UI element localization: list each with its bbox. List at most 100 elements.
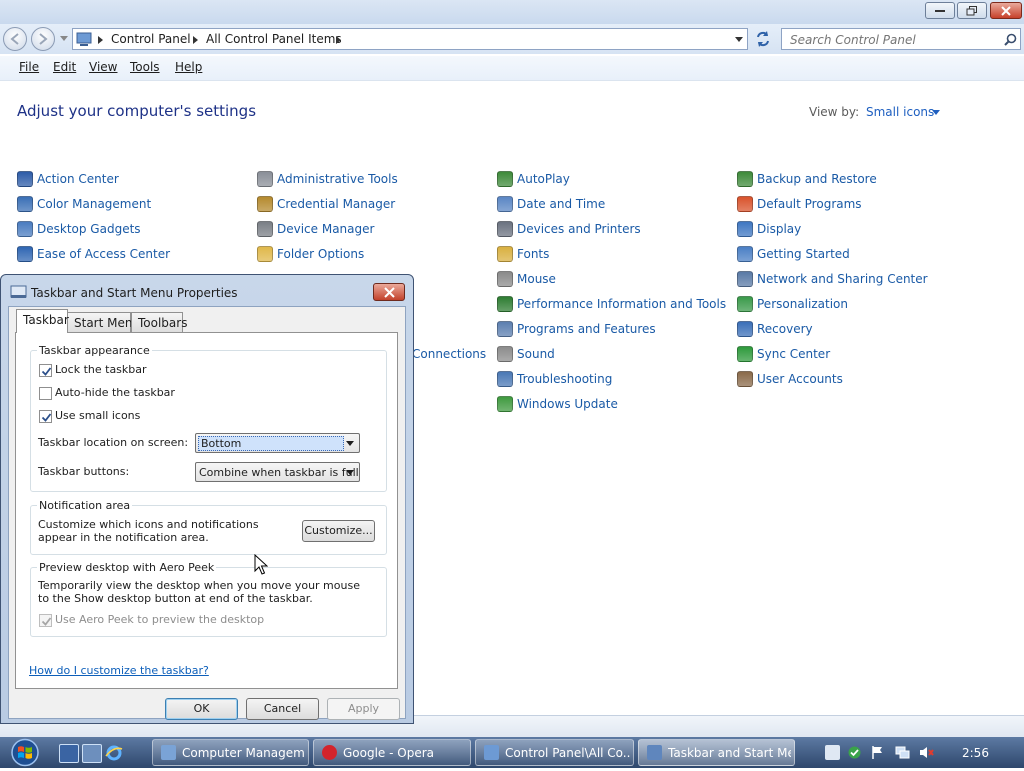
help-link[interactable]: How do I customize the taskbar? bbox=[29, 664, 209, 677]
taskbar-location-dropdown[interactable]: Bottom bbox=[195, 433, 360, 453]
restore-button[interactable] bbox=[957, 2, 987, 19]
auto-hide-label[interactable]: Auto-hide the taskbar bbox=[55, 386, 175, 399]
cp-item-label: Mouse bbox=[517, 272, 556, 286]
taskbar-button[interactable]: Control Panel\All Co... bbox=[475, 739, 634, 766]
cp-item-label: Troubleshooting bbox=[517, 372, 613, 386]
forward-arrow-icon bbox=[39, 33, 48, 45]
tray-volume-muted-icon[interactable] bbox=[919, 745, 934, 760]
refresh-button[interactable] bbox=[752, 28, 774, 50]
speaker-icon bbox=[497, 346, 513, 362]
forward-button[interactable] bbox=[31, 27, 55, 51]
apply-button[interactable]: Apply bbox=[327, 698, 400, 720]
getting-started-icon bbox=[737, 246, 753, 262]
default-programs-icon bbox=[737, 196, 753, 212]
taskbar-button[interactable]: Computer Managem... bbox=[152, 739, 309, 766]
aero-peek-checkbox[interactable] bbox=[39, 614, 52, 627]
lock-taskbar-checkbox[interactable] bbox=[39, 364, 52, 377]
cp-item-label: Desktop Gadgets bbox=[37, 222, 141, 236]
ok-button[interactable]: OK bbox=[165, 698, 238, 720]
small-icons-label[interactable]: Use small icons bbox=[55, 409, 140, 422]
tab-taskbar[interactable]: Taskbar bbox=[16, 309, 69, 333]
gadgets-icon bbox=[17, 221, 33, 237]
taskbar-properties-icon bbox=[10, 285, 27, 298]
flag-icon bbox=[17, 171, 33, 187]
cp-item-label: Folder Options bbox=[277, 247, 365, 261]
small-icons-checkbox[interactable] bbox=[39, 410, 52, 423]
cp-item-network-connections-partial[interactable]: Connections bbox=[412, 347, 486, 361]
tray-network-icon[interactable] bbox=[895, 745, 910, 760]
taskbar-button[interactable]: Taskbar and Start Me... bbox=[638, 739, 795, 766]
address-dropdown-icon[interactable] bbox=[735, 37, 743, 42]
restore-icon bbox=[966, 5, 977, 15]
taskbar-button-label: Computer Managem... bbox=[182, 746, 305, 760]
search-input[interactable] bbox=[788, 31, 992, 49]
breadcrumb-separator-icon[interactable] bbox=[336, 36, 341, 44]
tab-taskbar-label: Taskbar bbox=[23, 313, 69, 327]
customize-button[interactable]: Customize... bbox=[302, 520, 375, 542]
address-bar[interactable]: Control Panel All Control Panel Items bbox=[72, 28, 748, 50]
aero-peek-label[interactable]: Use Aero Peek to preview the desktop bbox=[55, 613, 264, 626]
cp-item-label: Display bbox=[757, 222, 802, 236]
taskbar-buttons-dropdown[interactable]: Combine when taskbar is full bbox=[195, 462, 360, 482]
switch-windows-quicklaunch-icon[interactable] bbox=[82, 744, 102, 763]
taskbar-location-label: Taskbar location on screen: bbox=[38, 436, 189, 449]
cp-item-label: Performance Information and Tools bbox=[517, 297, 727, 311]
breadcrumb-all-items[interactable]: All Control Panel Items bbox=[206, 32, 342, 46]
windows-update-icon bbox=[497, 396, 513, 412]
menu-view[interactable]: View bbox=[89, 60, 117, 74]
admin-tools-icon bbox=[257, 171, 273, 187]
cp-item-label: Credential Manager bbox=[277, 197, 396, 211]
show-desktop-quicklaunch-icon[interactable] bbox=[59, 744, 79, 763]
search-box[interactable] bbox=[781, 28, 1021, 50]
control-panel-small-icon bbox=[76, 32, 92, 46]
menu-tools[interactable]: Tools bbox=[130, 60, 160, 74]
tray-action-center-flag-icon[interactable] bbox=[870, 745, 885, 760]
breadcrumb-separator-icon[interactable] bbox=[193, 36, 198, 44]
page-title: Adjust your computer's settings bbox=[17, 102, 257, 120]
tab-toolbars[interactable]: Toolbars bbox=[131, 312, 187, 332]
search-icon[interactable] bbox=[1004, 33, 1017, 46]
breadcrumb-control-panel[interactable]: Control Panel bbox=[111, 32, 191, 46]
dialog-close-button[interactable] bbox=[373, 283, 405, 301]
cp-item-label: Fonts bbox=[517, 247, 550, 261]
tab-start-menu[interactable]: Start Menu bbox=[67, 312, 140, 332]
opera-icon bbox=[322, 745, 337, 760]
cp-item-label: Action Center bbox=[37, 172, 119, 186]
menu-file[interactable]: File bbox=[19, 60, 39, 74]
tray-document-icon[interactable] bbox=[825, 745, 840, 760]
breadcrumb-separator-icon[interactable] bbox=[98, 36, 103, 44]
taskbar-properties-icon bbox=[647, 745, 662, 760]
view-by-caret-icon[interactable] bbox=[932, 110, 940, 115]
menu-help[interactable]: Help bbox=[175, 60, 202, 74]
auto-hide-checkbox[interactable] bbox=[39, 387, 52, 400]
recent-pages-chevron-icon[interactable] bbox=[60, 36, 68, 42]
cancel-button[interactable]: Cancel bbox=[246, 698, 319, 720]
cp-item-label: Administrative Tools bbox=[277, 172, 398, 186]
sync-icon bbox=[737, 346, 753, 362]
recovery-icon bbox=[737, 321, 753, 337]
cp-item-label: Backup and Restore bbox=[757, 172, 877, 186]
tray-security-icon[interactable] bbox=[847, 745, 862, 760]
taskbar-clock[interactable]: 2:56 bbox=[962, 746, 989, 760]
vault-icon bbox=[257, 196, 273, 212]
checkmark-icon bbox=[41, 617, 52, 626]
address-row: Control Panel All Control Panel Items bbox=[0, 24, 1024, 54]
cp-item-label: Windows Update bbox=[517, 397, 618, 411]
internet-explorer-icon[interactable] bbox=[105, 744, 123, 761]
cp-item-label: Date and Time bbox=[517, 197, 606, 211]
start-button[interactable] bbox=[7, 737, 43, 768]
back-button[interactable] bbox=[3, 27, 27, 51]
cp-item-label: Personalization bbox=[757, 297, 848, 311]
chevron-down-icon bbox=[346, 470, 354, 475]
cp-item-label: User Accounts bbox=[757, 372, 843, 386]
menu-view-label: View bbox=[89, 60, 118, 74]
tab-toolbars-label: Toolbars bbox=[138, 316, 188, 330]
close-window-button[interactable] bbox=[990, 2, 1022, 19]
monitor-color-icon bbox=[17, 196, 33, 212]
view-by-dropdown[interactable]: Small icons bbox=[866, 105, 934, 119]
taskbar-button[interactable]: Google - Opera bbox=[313, 739, 471, 766]
minimize-button[interactable] bbox=[925, 2, 955, 19]
performance-icon bbox=[497, 296, 513, 312]
lock-taskbar-label[interactable]: Lock the taskbar bbox=[55, 363, 147, 376]
menu-edit[interactable]: Edit bbox=[53, 60, 76, 74]
